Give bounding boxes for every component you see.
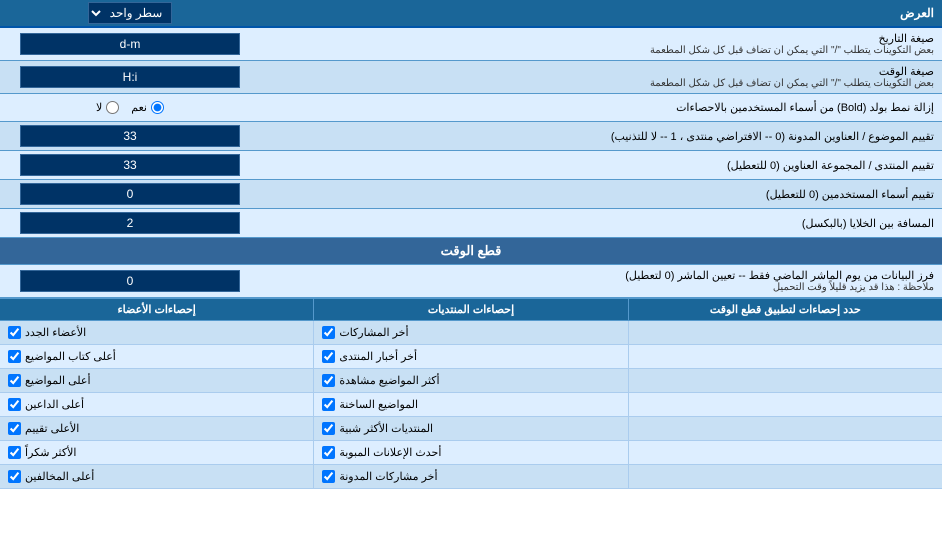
topic-ordering-row: تقييم الموضوع / العناوين المدونة (0 -- ا… (0, 122, 942, 151)
cell-spacing-label: المسافة بين الخلايا (بالبكسل) (260, 213, 942, 234)
usernames-ordering-input-cell (0, 180, 260, 208)
forum-ordering-label: تقييم المنتدى / المجموعة العناوين (0 للت… (260, 155, 942, 176)
checkbox-forums-0[interactable] (322, 326, 335, 339)
date-format-input[interactable] (20, 33, 240, 55)
checkbox-forums-4[interactable] (322, 422, 335, 435)
topic-ordering-input[interactable] (20, 125, 240, 147)
checkbox-col3-5: الأكثر شكراً (0, 441, 313, 464)
checkbox-forums-2[interactable] (322, 374, 335, 387)
bold-yes-label[interactable]: نعم (131, 101, 164, 114)
checkbox-members-2[interactable] (8, 374, 21, 387)
checkbox-row-6: أخر مشاركات المدونة أعلى المخالفين (0, 465, 942, 489)
checkboxes-header-col2: إحصاءات المنتديات (313, 299, 627, 320)
date-format-label: صيغة التاريخ بعض التكوينات يتطلب "/" الت… (260, 28, 942, 60)
cutoff-input-cell (0, 267, 260, 295)
checkbox-col2-6: أخر مشاركات المدونة (313, 465, 627, 488)
checkboxes-section: حدد إحصاءات لتطبيق قطع الوقت إحصاءات الم… (0, 298, 942, 489)
bold-remove-label: إزالة نمط بولد (Bold) من أسماء المستخدمي… (260, 97, 942, 118)
checkboxes-header-col3: إحصاءات الأعضاء (0, 299, 313, 320)
checkbox-col2-4: المنتديات الأكثر شبية (313, 417, 627, 440)
checkbox-col3-3: أعلى الداعين (0, 393, 313, 416)
usernames-ordering-label: تقييم أسماء المستخدمين (0 للتعطيل) (260, 184, 942, 205)
topic-ordering-label: تقييم الموضوع / العناوين المدونة (0 -- ا… (260, 126, 942, 147)
checkbox-forums-6[interactable] (322, 470, 335, 483)
cell-spacing-input-cell (0, 209, 260, 237)
checkbox-col3-0: الأعضاء الجدد (0, 321, 313, 344)
checkbox-forums-3[interactable] (322, 398, 335, 411)
checkbox-members-1[interactable] (8, 350, 21, 363)
time-format-label: صيغة الوقت بعض التكوينات يتطلب "/" التي … (260, 61, 942, 93)
checkbox-col3-2: أعلى المواضيع (0, 369, 313, 392)
top-header-row: العرض سطر واحد سطرين ثلاثة أسطر (0, 0, 942, 28)
forum-ordering-input-cell (0, 151, 260, 179)
checkboxes-header: حدد إحصاءات لتطبيق قطع الوقت إحصاءات الم… (0, 299, 942, 321)
checkbox-row-5: أحدث الإعلانات المبوبة الأكثر شكراً (0, 441, 942, 465)
top-header-label: العرض (260, 3, 942, 23)
checkbox-col3-4: الأعلى تقييم (0, 417, 313, 440)
checkbox-col3-1: أعلى كتاب المواضيع (0, 345, 313, 368)
checkbox-empty-4 (628, 417, 942, 440)
checkbox-forums-5[interactable] (322, 446, 335, 459)
checkbox-members-5[interactable] (8, 446, 21, 459)
time-format-row: صيغة الوقت بعض التكوينات يتطلب "/" التي … (0, 61, 942, 94)
date-format-row: صيغة التاريخ بعض التكوينات يتطلب "/" الت… (0, 28, 942, 61)
checkbox-col2-2: أكثر المواضيع مشاهدة (313, 369, 627, 392)
bold-yes-radio[interactable] (151, 101, 164, 114)
cutoff-row: فرز البيانات من يوم الماشر الماضي فقط --… (0, 265, 942, 298)
cell-spacing-row: المسافة بين الخلايا (بالبكسل) (0, 209, 942, 238)
checkbox-row-2: أكثر المواضيع مشاهدة أعلى المواضيع (0, 369, 942, 393)
cutoff-input[interactable] (20, 270, 240, 292)
checkbox-col2-3: المواضيع الساخنة (313, 393, 627, 416)
checkbox-row-0: أخر المشاركات الأعضاء الجدد (0, 321, 942, 345)
bold-remove-row: إزالة نمط بولد (Bold) من أسماء المستخدمي… (0, 94, 942, 122)
display-select[interactable]: سطر واحد سطرين ثلاثة أسطر (88, 2, 172, 24)
checkbox-empty-3 (628, 393, 942, 416)
cutoff-label: فرز البيانات من يوم الماشر الماضي فقط --… (260, 265, 942, 297)
checkbox-members-6[interactable] (8, 470, 21, 483)
checkbox-empty-0 (628, 321, 942, 344)
checkbox-col2-1: أخر أخبار المنتدى (313, 345, 627, 368)
checkboxes-header-col1: حدد إحصاءات لتطبيق قطع الوقت (628, 299, 942, 320)
forum-ordering-row: تقييم المنتدى / المجموعة العناوين (0 للت… (0, 151, 942, 180)
time-format-input[interactable] (20, 66, 240, 88)
time-format-input-cell (0, 63, 260, 91)
forum-ordering-input[interactable] (20, 154, 240, 176)
date-format-input-cell (0, 30, 260, 58)
cutoff-section-header: قطع الوقت (0, 238, 942, 265)
checkbox-col3-6: أعلى المخالفين (0, 465, 313, 488)
checkbox-row-3: المواضيع الساخنة أعلى الداعين (0, 393, 942, 417)
top-header-select-cell: سطر واحد سطرين ثلاثة أسطر (0, 0, 260, 26)
checkbox-row-4: المنتديات الأكثر شبية الأعلى تقييم (0, 417, 942, 441)
bold-no-radio[interactable] (106, 101, 119, 114)
checkbox-empty-1 (628, 345, 942, 368)
checkbox-empty-5 (628, 441, 942, 464)
checkbox-forums-1[interactable] (322, 350, 335, 363)
checkbox-empty-2 (628, 369, 942, 392)
checkbox-members-3[interactable] (8, 398, 21, 411)
checkbox-row-1: أخر أخبار المنتدى أعلى كتاب المواضيع (0, 345, 942, 369)
checkbox-members-0[interactable] (8, 326, 21, 339)
cell-spacing-input[interactable] (20, 212, 240, 234)
checkbox-col2-5: أحدث الإعلانات المبوبة (313, 441, 627, 464)
usernames-ordering-input[interactable] (20, 183, 240, 205)
checkbox-col2-0: أخر المشاركات (313, 321, 627, 344)
bold-remove-radio-cell: نعم لا (0, 98, 260, 117)
bold-no-label[interactable]: لا (96, 101, 119, 114)
topic-ordering-input-cell (0, 122, 260, 150)
checkbox-members-4[interactable] (8, 422, 21, 435)
checkbox-empty-6 (628, 465, 942, 488)
usernames-ordering-row: تقييم أسماء المستخدمين (0 للتعطيل) (0, 180, 942, 209)
